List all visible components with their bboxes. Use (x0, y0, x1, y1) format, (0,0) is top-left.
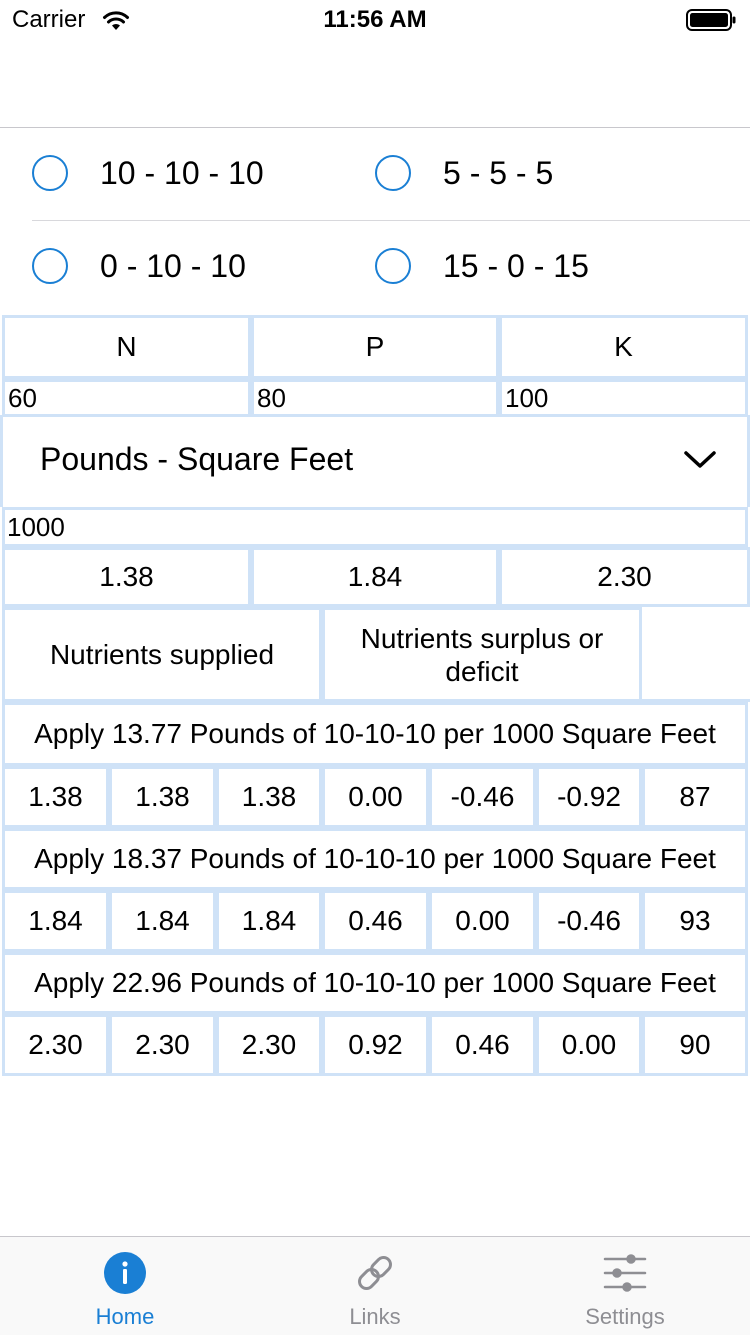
radio-button-icon[interactable] (32, 155, 68, 191)
status-bar: Carrier 11:56 AM (0, 0, 750, 40)
result-value: 2.30 (2, 1014, 109, 1076)
chevron-down-icon[interactable] (683, 449, 717, 471)
tab-label: Home (95, 1304, 155, 1329)
application-instruction: Apply 18.37 Pounds of 10-10-10 per 1000 … (2, 828, 748, 890)
result-value: 0.00 (536, 1014, 642, 1076)
result-value: -0.46 (429, 766, 536, 828)
result-value: -0.46 (536, 890, 642, 952)
info-icon (104, 1252, 146, 1294)
result-value: 1.84 (2, 890, 109, 952)
per-area-value-k: 2.30 (499, 547, 750, 607)
radio-button-icon[interactable] (32, 248, 68, 284)
ratio-option-0-10-10[interactable]: 0 - 10 - 10 (32, 221, 246, 311)
radio-button-icon[interactable] (375, 155, 411, 191)
ratio-option-label: 10 - 10 - 10 (100, 154, 264, 191)
k-input[interactable]: 100 (499, 379, 748, 417)
result-value: 1.38 (216, 766, 322, 828)
ratio-option-10-10-10[interactable]: 10 - 10 - 10 (32, 128, 264, 218)
result-value: 0.46 (322, 890, 429, 952)
tab-home[interactable]: Home (0, 1237, 250, 1335)
result-value: 2.30 (216, 1014, 322, 1076)
result-value: 0.46 (429, 1014, 536, 1076)
result-value: 1.38 (109, 766, 216, 828)
tab-links[interactable]: Links (250, 1237, 500, 1335)
tab-settings[interactable]: Settings (500, 1237, 750, 1335)
sliders-icon (603, 1254, 647, 1292)
score-header (642, 607, 750, 702)
tab-bar: Home Links Settings (0, 1236, 750, 1335)
link-icon (358, 1256, 392, 1290)
npk-header-k: K (499, 315, 748, 379)
ratio-option-15-0-15[interactable]: 15 - 0 - 15 (375, 221, 589, 311)
nutrients-supplied-header: Nutrients supplied (2, 607, 322, 702)
per-area-value-p: 1.84 (251, 547, 499, 607)
ratio-option-5-5-5[interactable]: 5 - 5 - 5 (375, 128, 553, 218)
p-input[interactable]: 80 (251, 379, 499, 417)
result-value: 0.00 (322, 766, 429, 828)
result-value: 1.84 (109, 890, 216, 952)
ratio-option-label: 0 - 10 - 10 (100, 247, 246, 284)
result-score: 93 (642, 890, 748, 952)
result-score: 90 (642, 1014, 748, 1076)
clock: 11:56 AM (323, 6, 427, 33)
result-score: 87 (642, 766, 748, 828)
unit-selector-value: Pounds - Square Feet (40, 441, 354, 477)
result-value: 2.30 (109, 1014, 216, 1076)
ratio-option-label: 5 - 5 - 5 (443, 154, 554, 191)
battery-icon (686, 9, 736, 31)
result-value: 1.38 (2, 766, 109, 828)
ratio-option-label: 15 - 0 - 15 (443, 247, 589, 284)
npk-header-n: N (2, 315, 251, 379)
area-input[interactable]: 1000 (2, 507, 748, 547)
application-instruction: Apply 22.96 Pounds of 10-10-10 per 1000 … (2, 952, 748, 1014)
result-value: 1.84 (216, 890, 322, 952)
result-value: 0.00 (429, 890, 536, 952)
tab-label: Settings (585, 1304, 665, 1329)
nutrients-surplus-header: Nutrients surplus or deficit (322, 607, 642, 702)
n-input[interactable]: 60 (2, 379, 251, 417)
result-value: -0.92 (536, 766, 642, 828)
radio-button-icon[interactable] (375, 248, 411, 284)
unit-selector[interactable]: Pounds - Square Feet (0, 415, 750, 507)
result-value: 0.92 (322, 1014, 429, 1076)
npk-header-p: P (251, 315, 499, 379)
ratio-options-row-1: 10 - 10 - 10 5 - 5 - 5 (0, 128, 750, 218)
tab-label: Links (349, 1304, 401, 1329)
per-area-value-n: 1.38 (2, 547, 251, 607)
application-instruction: Apply 13.77 Pounds of 10-10-10 per 1000 … (2, 702, 748, 766)
ratio-options-row-2: 0 - 10 - 10 15 - 0 - 15 (0, 221, 750, 311)
